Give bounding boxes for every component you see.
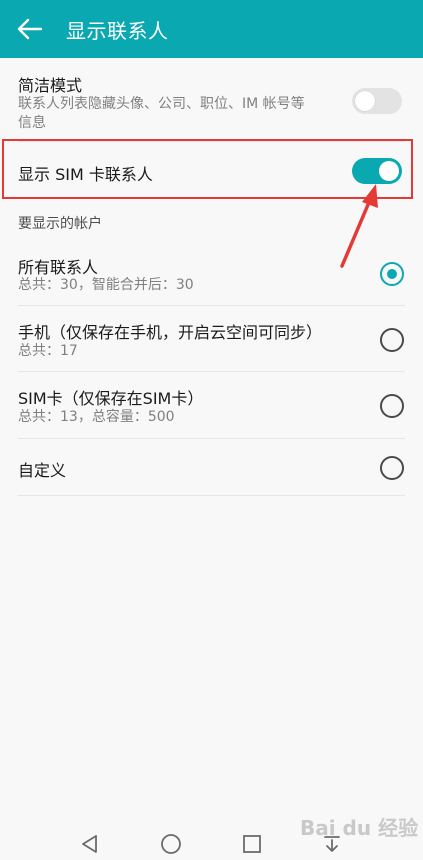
account-option-subtitle: 总共：30，智能合并后：30 — [18, 277, 194, 293]
account-option-subtitle: 总共：13，总容量：500 — [18, 409, 175, 425]
account-radio[interactable] — [380, 394, 404, 418]
accounts-section-label: 要显示的帐户 — [18, 216, 102, 232]
simple-mode-description-line2: 信息 — [18, 115, 46, 131]
simple-mode-title: 简洁模式 — [18, 76, 83, 95]
back-button[interactable] — [0, 0, 60, 58]
app-header: 显示联系人 — [0, 0, 423, 58]
account-radio-selected[interactable] — [380, 262, 404, 286]
nav-back-icon[interactable] — [80, 834, 100, 854]
watermark: Bai du 经验 — [300, 816, 419, 840]
account-option-title: 自定义 — [18, 461, 67, 480]
account-radio[interactable] — [380, 456, 404, 480]
account-option-all[interactable]: 所有联系人 总共：30，智能合并后：30 — [0, 240, 423, 304]
simple-mode-row[interactable]: 简洁模式 联系人列表隐藏头像、公司、职位、IM 帐号等 信息 — [0, 58, 423, 138]
toggle-knob — [355, 91, 375, 111]
nav-home-icon[interactable] — [160, 833, 182, 855]
simple-mode-description-line1: 联系人列表隐藏头像、公司、职位、IM 帐号等 — [18, 96, 305, 112]
divider — [18, 495, 405, 496]
account-radio[interactable] — [380, 328, 404, 352]
back-arrow-icon — [17, 18, 43, 40]
page-title: 显示联系人 — [66, 18, 169, 43]
account-option-title: 手机（仅保存在手机，开启云空间可同步） — [18, 323, 323, 342]
account-option-custom[interactable]: 自定义 — [0, 439, 423, 495]
account-option-phone[interactable]: 手机（仅保存在手机，开启云空间可同步） 总共：17 — [0, 306, 423, 370]
account-option-subtitle: 总共：17 — [18, 343, 78, 359]
simple-mode-toggle[interactable] — [352, 88, 402, 114]
account-option-sim[interactable]: SIM卡（仅保存在SIM卡） 总共：13，总容量：500 — [0, 372, 423, 438]
account-option-title: SIM卡（仅保存在SIM卡） — [18, 389, 204, 408]
nav-recents-icon[interactable] — [242, 834, 262, 854]
